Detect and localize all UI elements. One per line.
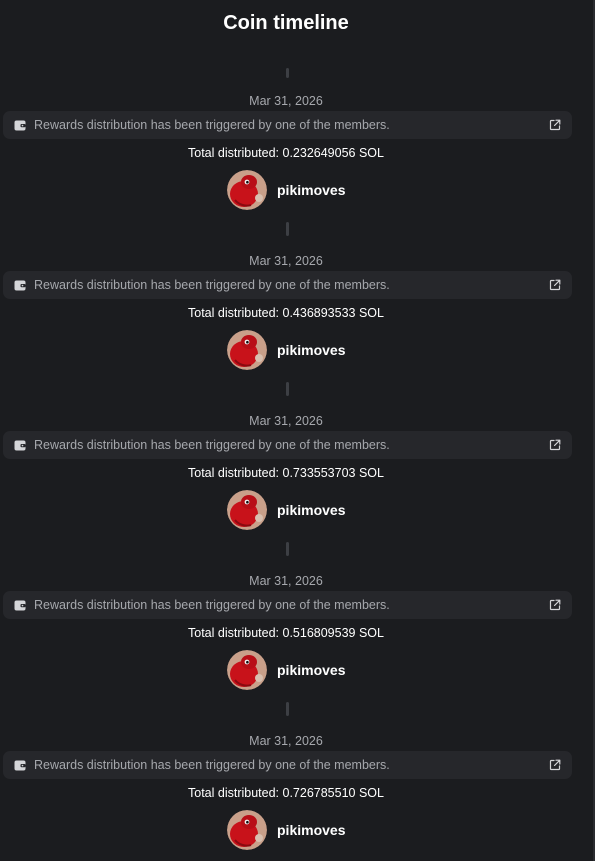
event-banner: Rewards distribution has been triggered … (3, 431, 572, 459)
wallet-icon (14, 760, 26, 771)
total-distributed: Total distributed: 0.436893533 SOL (188, 306, 384, 320)
wallet-icon (14, 120, 26, 131)
entry-date: Mar 31, 2026 (249, 94, 323, 108)
event-banner: Rewards distribution has been triggered … (3, 591, 572, 619)
timeline-connector (286, 222, 289, 236)
wallet-icon (14, 600, 26, 611)
timeline-entry: Mar 31, 2026 Rewards distribution has be… (0, 733, 572, 861)
username: pikimoves (277, 822, 346, 838)
external-link-icon[interactable] (549, 119, 561, 131)
username: pikimoves (277, 342, 346, 358)
external-link-icon[interactable] (549, 439, 561, 451)
username: pikimoves (277, 662, 346, 678)
timeline-connector (286, 382, 289, 396)
external-link-icon[interactable] (549, 599, 561, 611)
total-distributed: Total distributed: 0.516809539 SOL (188, 626, 384, 640)
avatar (227, 330, 267, 370)
avatar (227, 810, 267, 850)
page-title: Coin timeline (223, 12, 349, 34)
timeline-connector (286, 542, 289, 556)
timeline-connector (286, 702, 289, 716)
avatar (227, 170, 267, 210)
total-distributed: Total distributed: 0.726785510 SOL (188, 786, 384, 800)
external-link-icon[interactable] (549, 279, 561, 291)
wallet-icon (14, 440, 26, 451)
event-message: Rewards distribution has been triggered … (34, 118, 390, 132)
entry-date: Mar 31, 2026 (249, 254, 323, 268)
total-distributed: Total distributed: 0.232649056 SOL (188, 146, 384, 160)
entry-date: Mar 31, 2026 (249, 414, 323, 428)
event-message: Rewards distribution has been triggered … (34, 598, 390, 612)
coin-timeline-page: Coin timeline Mar 31, 2026 Rewards distr… (0, 0, 595, 861)
event-message: Rewards distribution has been triggered … (34, 758, 390, 772)
event-banner: Rewards distribution has been triggered … (3, 751, 572, 779)
username: pikimoves (277, 502, 346, 518)
total-distributed: Total distributed: 0.733553703 SOL (188, 466, 384, 480)
timeline-connector (286, 68, 289, 78)
wallet-icon (14, 280, 26, 291)
external-link-icon[interactable] (549, 759, 561, 771)
avatar (227, 490, 267, 530)
entry-date: Mar 31, 2026 (249, 574, 323, 588)
event-banner: Rewards distribution has been triggered … (3, 271, 572, 299)
event-message: Rewards distribution has been triggered … (34, 278, 390, 292)
event-banner: Rewards distribution has been triggered … (3, 111, 572, 139)
username: pikimoves (277, 182, 346, 198)
entry-date: Mar 31, 2026 (249, 734, 323, 748)
avatar (227, 650, 267, 690)
event-message: Rewards distribution has been triggered … (34, 438, 390, 452)
